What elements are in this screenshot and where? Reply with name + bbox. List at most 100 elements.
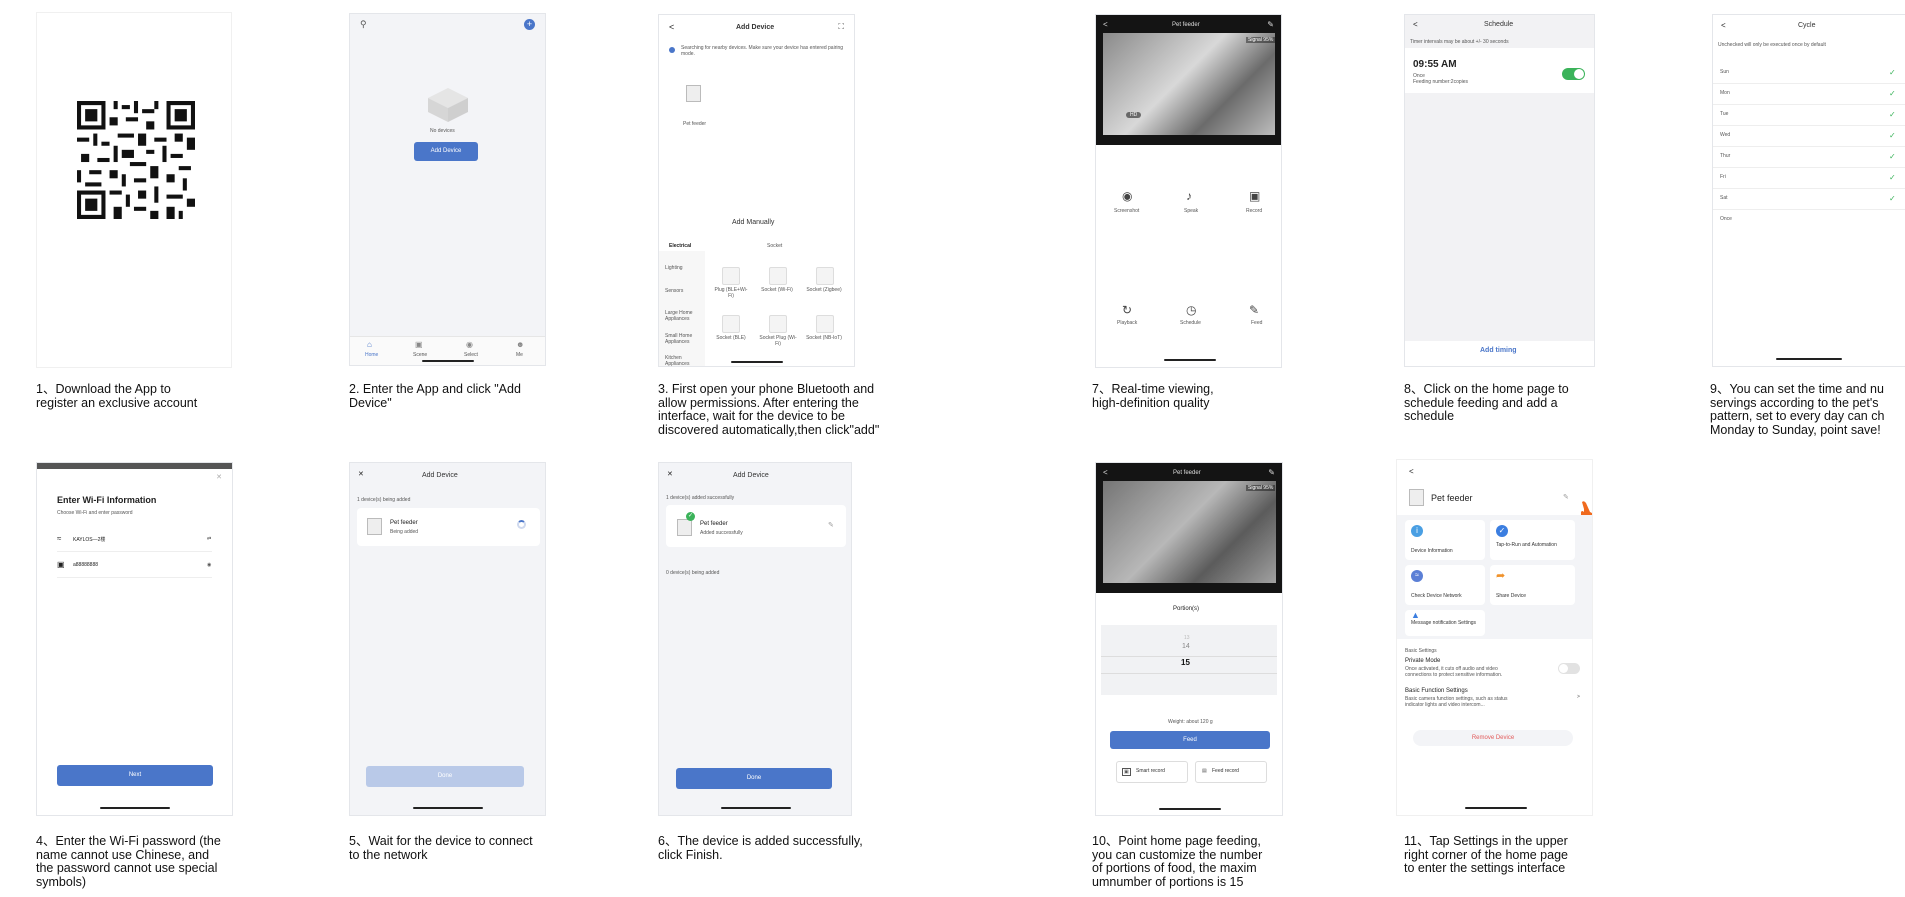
category-item[interactable]: Lighting: [665, 265, 683, 271]
day-row[interactable]: Wed ✓: [1713, 126, 1905, 147]
category-item[interactable]: Kitchen Appliances: [665, 355, 703, 366]
cycle-note: Unchecked will only be executed once by …: [1718, 42, 1826, 48]
caption-step-9: 9、You can set the time and nu servings ac…: [1710, 383, 1885, 437]
done-button[interactable]: Done: [676, 768, 832, 789]
plug-icon[interactable]: [816, 267, 834, 285]
user-icon[interactable]: ⚲: [360, 19, 367, 30]
caption-step-7: 7、Real-time viewing, high-definition qual…: [1092, 382, 1214, 410]
remove-device-button[interactable]: Remove Device: [1413, 730, 1573, 746]
category-item[interactable]: Small Home Appliances: [665, 333, 703, 345]
edit-icon[interactable]: ✎: [828, 521, 834, 529]
chevron-right-icon: >: [1577, 694, 1580, 700]
private-mode-title: Private Mode: [1405, 658, 1441, 664]
page-title: Add Device: [736, 24, 775, 31]
tab-home[interactable]: ⌂: [367, 340, 372, 349]
home-indicator: [413, 807, 483, 809]
check-icon: ✓: [1889, 110, 1896, 119]
plug-icon[interactable]: [722, 267, 740, 285]
home-indicator: [1776, 358, 1842, 360]
found-device-name[interactable]: Pet feeder: [683, 121, 706, 127]
clock-icon[interactable]: ◷: [1186, 303, 1196, 317]
password-field[interactable]: a88888888: [73, 562, 98, 568]
day-row[interactable]: Mon ✓: [1713, 84, 1905, 105]
basic-function-title[interactable]: Basic Function Settings: [1405, 688, 1468, 694]
tab-scene[interactable]: ▣: [415, 340, 423, 349]
plug-icon[interactable]: [722, 315, 740, 333]
day-row[interactable]: Once: [1713, 210, 1905, 230]
back-icon[interactable]: <: [1409, 467, 1414, 476]
picker-selected[interactable]: 15: [1181, 658, 1190, 667]
edit-icon[interactable]: ✎: [1268, 468, 1275, 477]
tab-electrical[interactable]: Electrical: [669, 243, 691, 249]
feed-icon[interactable]: ✎: [1249, 303, 1259, 317]
automation-icon: ✓: [1496, 525, 1508, 537]
next-button[interactable]: Next: [57, 765, 213, 786]
back-icon[interactable]: <: [1413, 20, 1418, 29]
page-title: Schedule: [1484, 21, 1514, 28]
add-timing-button[interactable]: Add timing: [1480, 347, 1517, 354]
schedule-toggle[interactable]: [1562, 68, 1585, 80]
screen-feed-portions: < Pet feeder ✎ Signal 95% Portion(s) 13 …: [1095, 462, 1283, 816]
plug-icon[interactable]: [816, 315, 834, 333]
ssid-field[interactable]: KAYLOS—2楼: [73, 536, 105, 543]
caption-step-10: 10、Point home page feeding, you can custo…: [1092, 834, 1263, 889]
screenshot-icon[interactable]: ◉: [1122, 189, 1132, 203]
camera-feed[interactable]: [1103, 33, 1275, 135]
picker-option[interactable]: 14: [1182, 643, 1190, 650]
back-icon[interactable]: <: [1103, 20, 1108, 29]
signal-badge: Signal 95%: [1246, 485, 1276, 491]
tab-me[interactable]: ☻: [516, 340, 524, 349]
device-card[interactable]: [666, 505, 846, 547]
share-icon: ➦: [1496, 570, 1506, 582]
scan-icon[interactable]: ⛶: [838, 22, 844, 32]
tab-socket[interactable]: Socket: [767, 243, 782, 249]
wifi-switch-icon[interactable]: ⇄: [207, 536, 211, 542]
private-mode-toggle[interactable]: [1558, 663, 1580, 674]
device-icon: [367, 518, 382, 535]
tab-select[interactable]: ◉: [466, 340, 473, 349]
mic-icon[interactable]: ♪: [1186, 189, 1192, 203]
feed-button[interactable]: Feed: [1110, 731, 1270, 749]
record-icon[interactable]: ▣: [1249, 189, 1260, 203]
device-card[interactable]: [357, 508, 540, 546]
close-icon[interactable]: ✕: [216, 473, 222, 481]
back-icon[interactable]: <: [1721, 21, 1726, 30]
plug-icon[interactable]: [769, 315, 787, 333]
screen-connecting: ✕ Add Device 1 device(s) being added Pet…: [349, 462, 546, 816]
device-icon[interactable]: [686, 85, 701, 102]
screen-schedule: < Schedule Timer intervals may be about …: [1404, 14, 1595, 367]
day-row[interactable]: Thur ✓: [1713, 147, 1905, 168]
home-indicator: [1159, 808, 1221, 810]
playback-icon[interactable]: ↻: [1122, 303, 1132, 317]
camera-feed[interactable]: [1103, 481, 1276, 583]
category-item[interactable]: Sensors: [665, 288, 683, 294]
home-indicator: [1164, 359, 1216, 361]
portions-label: Portion(s): [1173, 606, 1200, 612]
day-row[interactable]: Tue ✓: [1713, 105, 1905, 126]
day-row[interactable]: Sat ✓: [1713, 189, 1905, 210]
plug-icon[interactable]: [769, 267, 787, 285]
day-row[interactable]: Sun ✓: [1713, 63, 1905, 84]
edit-icon[interactable]: ✎: [1267, 20, 1274, 29]
screen-home-empty: ⚲ + No devices Add Device ⌂ Home ▣ Scene…: [349, 13, 546, 366]
category-item[interactable]: Large Home Appliances: [665, 310, 703, 322]
screen-camera-view: < Pet feeder ✎ Signal 95% HD ◉ Screensho…: [1095, 14, 1282, 368]
close-icon[interactable]: ✕: [667, 470, 673, 478]
caption-step-3: 3. First open your phone Bluetooth and al…: [658, 382, 880, 437]
done-button-disabled[interactable]: Done: [366, 766, 524, 787]
back-icon[interactable]: <: [669, 22, 674, 32]
eye-icon[interactable]: ◉: [207, 562, 211, 568]
back-icon[interactable]: <: [1103, 468, 1108, 477]
add-circle-icon[interactable]: +: [524, 19, 535, 30]
day-row[interactable]: Fri ✓: [1713, 168, 1905, 189]
add-device-button[interactable]: Add Device: [414, 142, 478, 161]
edit-icon[interactable]: ✎: [1563, 493, 1569, 501]
hd-button[interactable]: HD: [1126, 112, 1142, 118]
screen-added: ✕ Add Device 1 device(s) added successfu…: [658, 462, 852, 816]
signal-badge: Signal 95%: [1246, 37, 1276, 43]
device-icon: [677, 519, 692, 536]
network-icon: ≈: [1411, 570, 1423, 582]
wifi-title: Enter Wi-Fi Information: [57, 495, 157, 505]
section-label: Basic Settings: [1405, 648, 1437, 654]
close-icon[interactable]: ✕: [358, 470, 364, 478]
